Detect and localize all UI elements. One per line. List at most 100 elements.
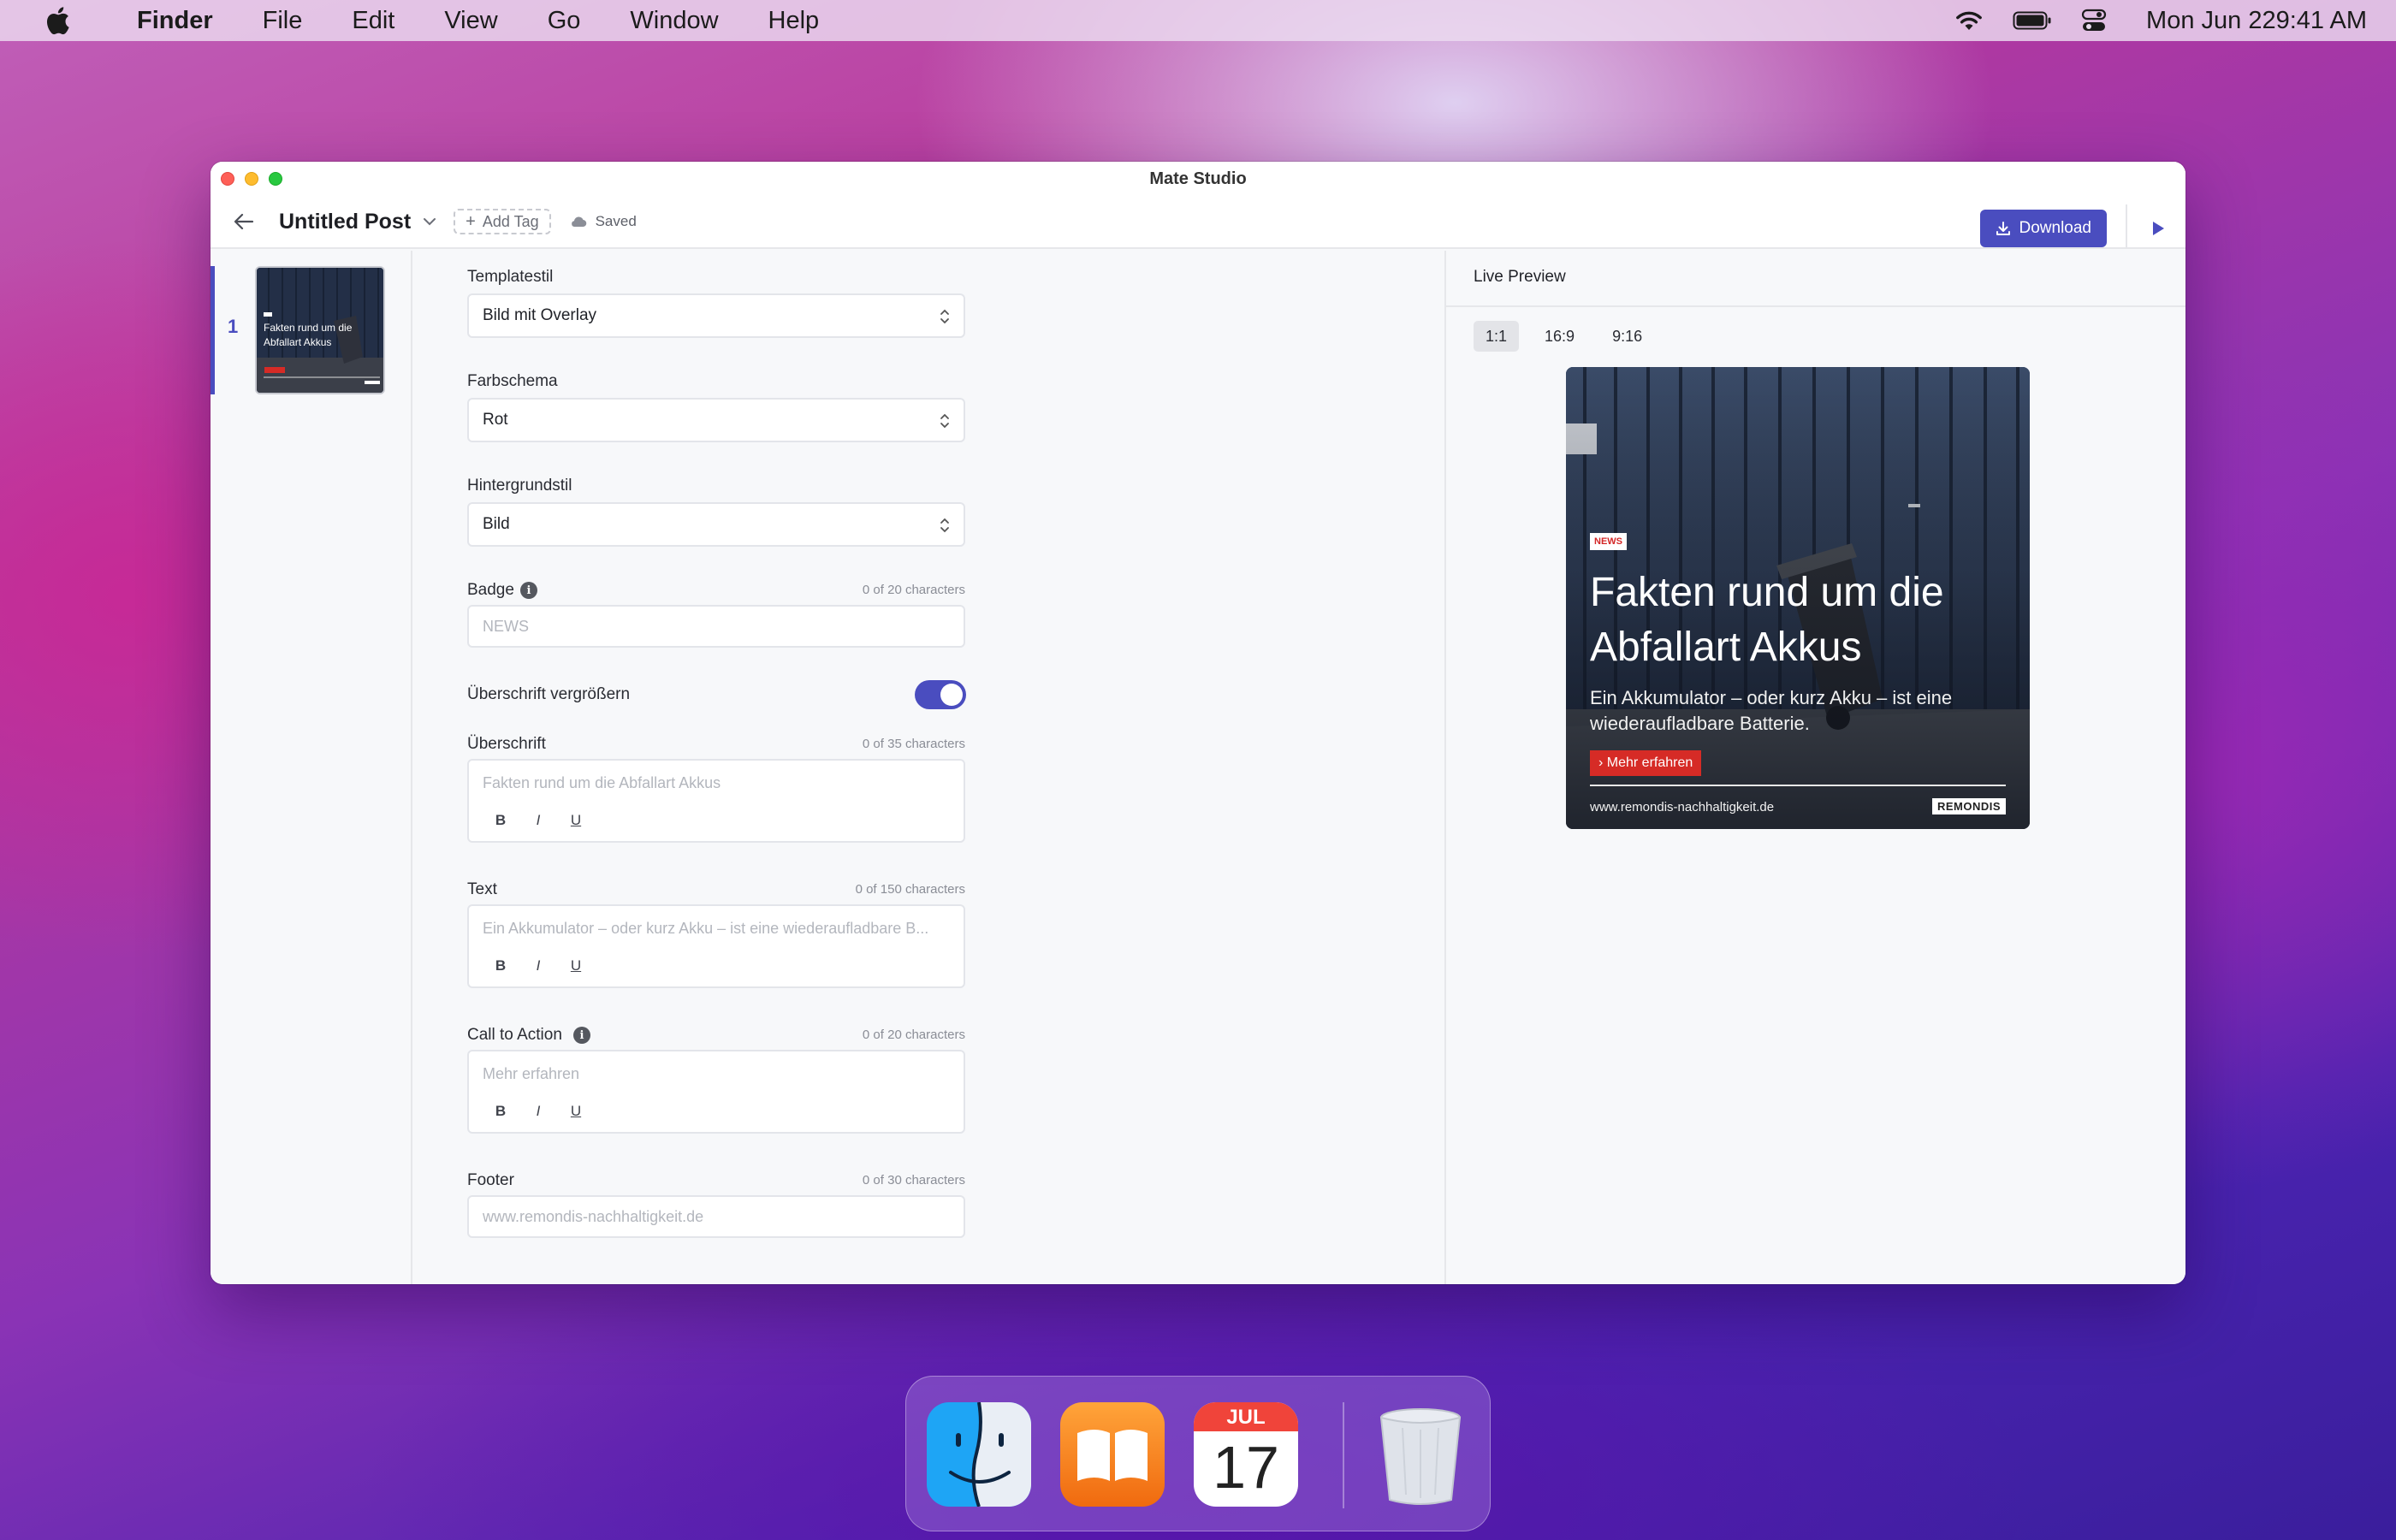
info-icon[interactable]: i — [573, 1027, 590, 1044]
dock-separator — [1343, 1402, 1344, 1508]
slide-rail: 1 Fakten rund um die Abfallart Akkus — [211, 251, 412, 1284]
footer-input[interactable]: www.remondis-nachhaltigkeit.de — [467, 1195, 965, 1238]
ad-headline: Fakten rund um die Abfallart Akkus — [1590, 570, 1944, 670]
add-tag-label: Add Tag — [482, 212, 539, 230]
dock-books-icon[interactable] — [1060, 1402, 1165, 1507]
badge-counter: 0 of 20 characters — [862, 583, 965, 597]
text-label: Text — [467, 880, 497, 898]
headline-editor[interactable]: Fakten rund um die Abfallart Akkus B I U — [467, 759, 965, 843]
battery-icon[interactable] — [2013, 10, 2052, 31]
format-toolbar: B I U — [495, 957, 582, 974]
ratio-tab-16-9[interactable]: 16:9 — [1533, 321, 1586, 352]
cloud-icon — [571, 216, 586, 228]
footer-label: Footer — [467, 1171, 514, 1189]
save-status: Saved — [570, 213, 637, 230]
menubar-time[interactable]: 9:41 AM — [2276, 7, 2367, 35]
headline-counter: 0 of 35 characters — [862, 737, 965, 751]
ad-preview: NEWS Fakten rund um die Abfallart Akkus … — [1566, 367, 2030, 829]
slide-thumbnail[interactable]: Fakten rund um die Abfallart Akkus — [255, 266, 385, 394]
template-style-select[interactable]: Bild mit Overlay — [467, 293, 965, 338]
add-tag-button[interactable]: + Add Tag — [454, 209, 551, 234]
badge-placeholder: NEWS — [483, 617, 529, 635]
select-arrows-icon — [940, 413, 949, 429]
headline-placeholder: Fakten rund um die Abfallart Akkus — [483, 774, 721, 791]
dock-trash-icon[interactable] — [1368, 1402, 1473, 1507]
underline-button[interactable]: U — [570, 812, 582, 829]
apple-menu-icon[interactable] — [44, 3, 77, 38]
dock-finder-icon[interactable] — [927, 1402, 1031, 1507]
app-window: Mate Studio Untitled Post + Add Tag Save… — [211, 162, 2185, 1284]
ad-footer-url: www.remondis-nachhaltigkeit.de — [1590, 800, 1775, 814]
select-arrows-icon — [940, 309, 949, 324]
color-scheme-select[interactable]: Rot — [467, 398, 965, 442]
thumbnail-headline: Fakten rund um die Abfallart Akkus — [264, 322, 353, 348]
cta-editor[interactable]: Mehr erfahren B I U — [467, 1050, 965, 1134]
ratio-tab-9-16[interactable]: 9:16 — [1600, 321, 1654, 352]
saved-label: Saved — [595, 213, 637, 229]
menu-file[interactable]: File — [263, 7, 303, 35]
bold-button[interactable]: B — [495, 812, 507, 829]
title-bar[interactable]: Mate Studio — [211, 162, 2185, 196]
back-arrow-icon[interactable] — [231, 209, 257, 234]
format-toolbar: B I U — [495, 812, 582, 829]
headline-label: Überschrift — [467, 735, 546, 753]
format-toolbar: B I U — [495, 1103, 582, 1120]
dock-calendar-icon[interactable]: JUL 17 — [1194, 1402, 1298, 1507]
ratio-tab-1-1[interactable]: 1:1 — [1474, 321, 1520, 352]
background-style-label: Hintergrundstil — [467, 477, 572, 495]
menu-help[interactable]: Help — [768, 7, 820, 35]
enlarge-headline-toggle[interactable] — [915, 680, 966, 709]
menubar-date[interactable]: Mon Jun 22 — [2146, 7, 2276, 35]
badge-label: Badge — [467, 581, 514, 599]
preview-title: Live Preview — [1474, 268, 1566, 286]
post-title[interactable]: Untitled Post — [279, 210, 411, 234]
background-style-select[interactable]: Bild — [467, 502, 965, 547]
info-icon[interactable]: i — [520, 582, 537, 599]
bold-button[interactable]: B — [495, 1103, 507, 1120]
underline-button[interactable]: U — [570, 957, 582, 974]
active-slide-indicator — [211, 266, 215, 394]
text-editor[interactable]: Ein Akkumulator – oder kurz Akku – ist e… — [467, 904, 965, 988]
cta-label: Call to Action — [467, 1026, 562, 1044]
ad-cta-button: › Mehr erfahren — [1590, 750, 1702, 776]
zoom-window-button[interactable] — [269, 172, 282, 186]
download-button[interactable]: Download — [1979, 210, 2107, 247]
live-preview-panel: Live Preview 1:1 16:9 9:16 NEWS Fakten r… — [1446, 251, 2185, 1284]
ad-divider — [1590, 785, 2006, 786]
italic-button[interactable]: I — [532, 1103, 544, 1120]
chevron-down-icon[interactable] — [423, 217, 436, 226]
footer-counter: 0 of 30 characters — [862, 1173, 965, 1188]
menu-app-name[interactable]: Finder — [137, 7, 213, 35]
cta-counter: 0 of 20 characters — [862, 1028, 965, 1042]
menu-window[interactable]: Window — [630, 7, 718, 35]
italic-button[interactable]: I — [532, 957, 544, 974]
ad-body-text: Ein Akkumulator – oder kurz Akku – ist e… — [1590, 687, 1953, 734]
color-scheme-label: Farbschema — [467, 372, 558, 390]
aspect-ratio-tabs: 1:1 16:9 9:16 — [1474, 321, 1654, 352]
dock: JUL 17 — [905, 1376, 1491, 1531]
slide-number: 1 — [228, 316, 239, 337]
underline-button[interactable]: U — [570, 1103, 582, 1120]
badge-input[interactable]: NEWS — [467, 605, 965, 648]
template-style-value: Bild mit Overlay — [483, 306, 597, 324]
editor-toolbar: Untitled Post + Add Tag Saved Download — [211, 196, 2185, 249]
italic-button[interactable]: I — [532, 812, 544, 829]
window-controls — [221, 172, 282, 186]
wifi-icon[interactable] — [1954, 9, 1984, 32]
preview-divider — [1446, 305, 2185, 307]
calendar-day: 17 — [1213, 1434, 1279, 1501]
toggle-knob — [940, 684, 963, 706]
footer-placeholder: www.remondis-nachhaltigkeit.de — [483, 1207, 704, 1225]
bold-button[interactable]: B — [495, 957, 507, 974]
menu-view[interactable]: View — [444, 7, 497, 35]
minimize-window-button[interactable] — [245, 172, 258, 186]
menu-go[interactable]: Go — [548, 7, 581, 35]
background-style-value: Bild — [483, 515, 510, 533]
close-window-button[interactable] — [221, 172, 234, 186]
remondis-logo: REMONDIS — [1931, 798, 2006, 814]
play-icon[interactable] — [2148, 218, 2168, 239]
menu-edit[interactable]: Edit — [352, 7, 394, 35]
cta-placeholder: Mehr erfahren — [483, 1065, 580, 1082]
menu-bar: Finder File Edit View Go Window Help Mon… — [0, 0, 2396, 41]
control-center-icon[interactable] — [2081, 8, 2107, 33]
